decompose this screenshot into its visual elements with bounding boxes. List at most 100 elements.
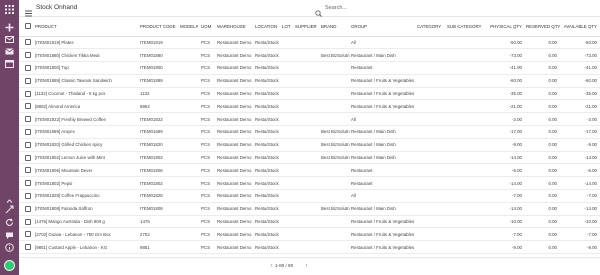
table-cell: [1476] Mango Australia - Dish 800 g [34,215,139,229]
table-row[interactable]: [ITEM01802] Lemon Juice with Mint ITEM018… [19,151,600,165]
table-row[interactable]: [ITEM01689] Arayes ITEM01689 PCS Restaurant… [19,125,600,139]
table-row[interactable]: [9851] Custard Apple - Lebanon - KG 9851 P… [19,240,600,255]
table-cell: ITEM01919 [139,36,179,50]
row-checkbox[interactable] [25,128,31,135]
table-cell [281,240,294,255]
column-header-reserved-qty[interactable]: RESERVED QTY [525,17,560,37]
row-checkbox[interactable] [25,167,31,174]
row-checkbox[interactable] [25,64,31,71]
next-page-button[interactable]: › [303,262,310,270]
table-row[interactable]: [ITEM01820] Grilled Chicken spicy ITEM018… [19,138,600,152]
row-checkbox[interactable] [25,244,31,251]
table-cell: PCS [200,240,216,255]
table-cell: -6.00 [560,163,600,178]
table-row[interactable]: [2702] Guava - Lebanon - 750 Gm Box 2702 P… [19,227,600,242]
column-header-group[interactable]: GROUP [350,17,416,37]
table-row[interactable]: [ITEM01919] Plates ITEM01919 PCS Restaurant… [19,36,600,50]
table-cell: Restaurant Demo [216,99,254,114]
column-header-category[interactable]: CATEGORY [416,17,446,37]
mail-open-icon[interactable] [5,47,14,56]
column-header-available-qty[interactable]: AVAILABLE QTY [560,17,600,37]
table-cell: -50.00 [560,36,600,50]
table-row[interactable]: [ITEM01802] Pepsi ITEM01802 PCS Restaurant … [19,176,600,191]
row-checkbox[interactable] [25,154,31,161]
table-cell [446,87,485,101]
table-row[interactable]: [ITEM01900] Tup ITEM01900 PCS Restaurant De… [19,61,600,75]
search-input[interactable] [325,2,415,14]
table-cell [281,138,294,152]
table-cell: PCS [200,227,216,242]
row-checkbox[interactable] [25,231,31,238]
mail-icon[interactable] [5,35,14,44]
table-cell: -17.00 [560,125,600,139]
expand-icon[interactable] [5,196,14,205]
table-cell: Restaurant Demo [216,138,254,152]
apps-icon[interactable] [5,5,14,14]
table-cell: -73.00 [485,48,525,63]
search-icon[interactable] [315,4,322,17]
column-header-model[interactable]: MODEL# [179,17,200,37]
table-cell: PCS [200,151,216,165]
table-row[interactable]: [ITEM01808] Falooda Saffron ITEM01808 PCS R… [19,202,600,216]
column-header-brand[interactable]: BRAND [320,17,350,37]
table-row[interactable]: [1132] Coconut - Thailand - 5 kg pcs 1132… [19,87,600,101]
table-cell [281,176,294,191]
table-cell: Restaurant / Main Dish [350,202,416,216]
table-cell: Resta/Stock [254,36,281,50]
table-cell: Best BizSolutn [320,151,350,165]
column-header-uom[interactable]: UOM [200,17,216,37]
row-checkbox[interactable] [25,218,31,225]
row-checkbox[interactable] [25,192,31,199]
table-cell [179,74,200,88]
column-header-product[interactable]: PRODUCT [34,17,139,37]
refresh-icon[interactable] [5,218,14,227]
table-cell: 0.00 [525,36,560,50]
table-row[interactable]: [1476] Mango Australia - Dish 800 g 1476 P… [19,215,600,229]
table-row[interactable]: [ITEM01822] Freshly Brewed Coffee ITEM018… [19,112,600,127]
column-header-sub-category[interactable]: SUB CATEGORY [446,17,485,37]
column-header-physical-qty[interactable]: PHYSICAL QTY [485,17,525,37]
calendar-icon[interactable] [5,59,14,68]
table-cell: ITEM01889 [139,74,179,88]
row-checkbox[interactable] [25,77,31,84]
table-cell [320,189,350,203]
row-checkbox[interactable] [25,116,31,123]
column-header-product-code[interactable]: PRODUCT CODE [139,17,179,37]
row-checkbox[interactable] [25,205,31,212]
table-cell: Restaurant / Main Dish [350,48,416,63]
info-icon[interactable] [5,243,14,252]
column-header-warehouse[interactable]: WAREHOUSE [216,17,254,37]
table-row[interactable]: [ITEM01806] Mountain Dever ITEM01806 PCS Re… [19,163,600,178]
avatar[interactable] [4,260,15,271]
table-row[interactable]: [ITEM01889] Classic Tawook Sandwich ITEM0… [19,74,600,88]
row-checkbox[interactable] [25,90,31,97]
column-header-lot[interactable]: LOT [281,17,294,37]
row-checkbox[interactable] [25,39,31,46]
row-checkbox[interactable] [25,180,31,187]
table-cell: [ITEM01802] Pepsi [34,176,139,191]
table-row[interactable]: [8862] Almond America 8862 PCS Restaurant D… [19,99,600,114]
column-header-supplier[interactable]: SUPPLIER [294,17,320,37]
table-cell: 0.00 [525,189,560,203]
column-header-location[interactable]: LOCATION [254,17,281,37]
previous-page-button[interactable]: ‹ [268,262,275,270]
menu-icon[interactable] [25,4,32,17]
row-checkbox[interactable] [25,52,31,59]
table-cell: -6.00 [485,163,525,178]
table-row[interactable]: [ITEM01828] Coffee Frappuccino ITEM01828 P… [19,189,600,203]
table-cell: ITEM01822 [139,112,179,127]
link-icon[interactable] [5,205,14,214]
row-checkbox[interactable] [25,141,31,148]
table-cell [179,125,200,139]
table-cell: -2.00 [560,112,600,127]
row-checkbox[interactable] [25,103,31,110]
chat-icon[interactable] [5,231,14,240]
table-cell: [1132] Coconut - Thailand - 5 kg pcs [34,87,139,101]
table-cell [294,74,320,88]
table-row[interactable]: [ITEM01880] Chicken Tikka Meal ITEM01880 P… [19,48,600,63]
table-cell: -10.00 [560,215,600,229]
select-all-checkbox[interactable] [25,23,31,30]
table-cell: [ITEM01889] Classic Tawook Sandwich [34,74,139,88]
plus-icon[interactable] [5,23,14,32]
table-cell: Resta/Stock [254,138,281,152]
